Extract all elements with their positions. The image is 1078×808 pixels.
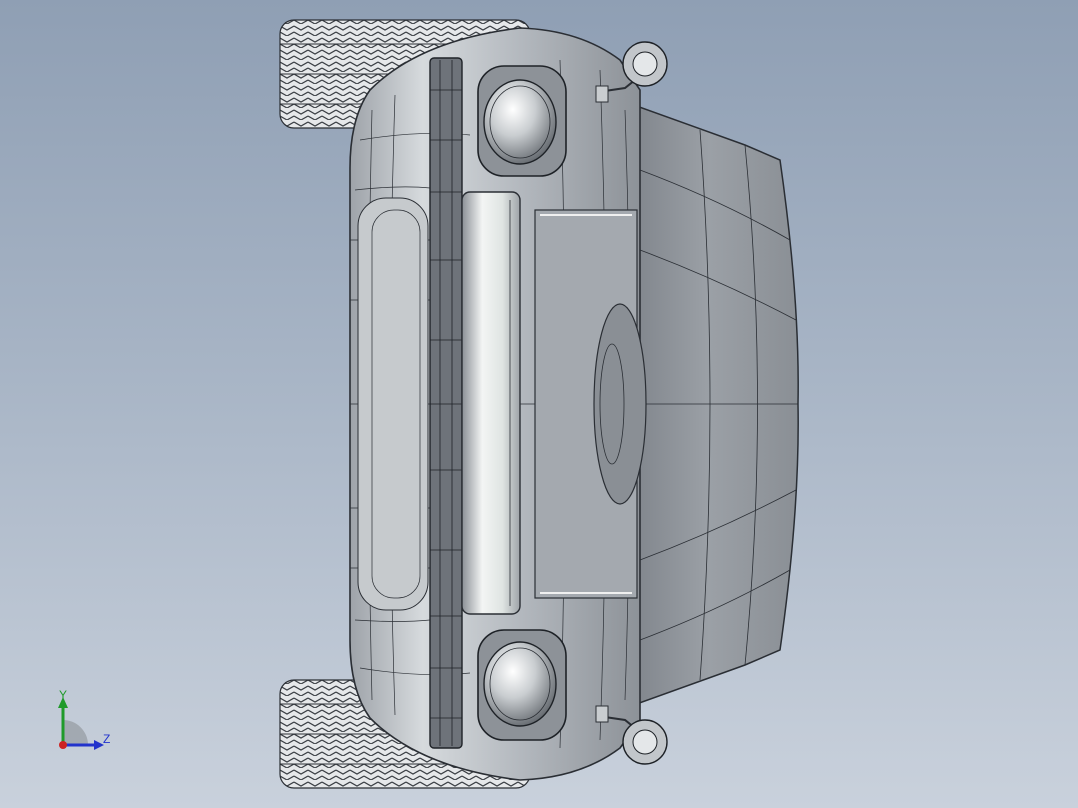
bumper-bar bbox=[429, 57, 463, 749]
headlight-top bbox=[477, 65, 567, 177]
hood-bulge bbox=[593, 303, 647, 505]
triad-y-label: Y bbox=[59, 688, 68, 702]
orientation-triad bbox=[58, 697, 104, 750]
side-recess bbox=[357, 197, 429, 611]
graphics-viewport[interactable]: Y Z bbox=[0, 0, 1078, 808]
hood-panel bbox=[619, 98, 799, 712]
car-model-front-view[interactable] bbox=[0, 0, 1078, 808]
triad-z-label: Z bbox=[103, 732, 111, 746]
grille bbox=[461, 191, 521, 615]
headlight-bottom bbox=[477, 629, 567, 741]
